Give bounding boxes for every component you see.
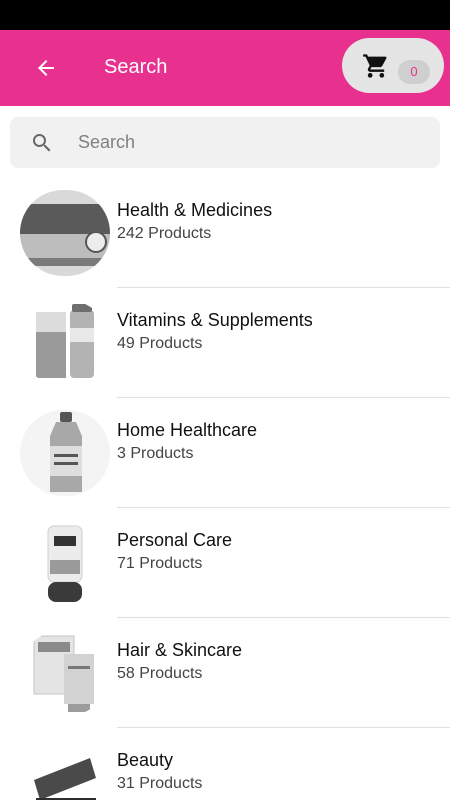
category-image [20, 410, 110, 496]
category-item-vitamins-supplements[interactable]: Vitamins & Supplements 49 Products [0, 288, 450, 398]
category-count: 3 Products [117, 445, 194, 462]
category-image [20, 300, 110, 386]
category-image [20, 190, 110, 276]
category-count: 242 Products [117, 225, 212, 242]
search-bar[interactable] [10, 117, 440, 168]
status-bar [0, 0, 450, 30]
search-input[interactable] [78, 117, 428, 168]
category-item-health-medicines[interactable]: Health & Medicines 242 Products [0, 178, 450, 288]
pill-bottle-thumbnail [20, 190, 110, 276]
liquid-bottle-thumbnail [20, 410, 110, 496]
category-list: Health & Medicines 242 Products Vitamins… [0, 178, 450, 800]
category-name: Vitamins & Supplements [117, 310, 313, 330]
search-icon [33, 134, 51, 152]
category-name: Beauty [117, 750, 174, 770]
cart-count-badge: 0 [398, 60, 430, 84]
category-count: 58 Products [117, 665, 203, 682]
page-title: Search [104, 56, 168, 78]
category-item-hair-skincare[interactable]: Hair & Skincare 58 Products [0, 618, 450, 728]
deodorant-thumbnail [20, 520, 110, 606]
category-image [20, 740, 110, 800]
vitamin-box-thumbnail [20, 300, 110, 386]
app-bar: Search 0 [0, 30, 450, 106]
arrow-left-icon [38, 60, 54, 76]
ampoule-box-thumbnail [20, 740, 110, 800]
category-count: 31 Products [117, 775, 203, 792]
category-name: Home Healthcare [117, 420, 258, 440]
category-item-personal-care[interactable]: Personal Care 71 Products [0, 508, 450, 618]
back-button[interactable] [22, 44, 70, 92]
cart-button[interactable]: 0 [342, 38, 444, 93]
category-count: 49 Products [117, 335, 203, 352]
category-image [20, 630, 110, 716]
category-count: 71 Products [117, 555, 203, 572]
category-name: Personal Care [117, 530, 233, 550]
category-image [20, 520, 110, 606]
category-name: Health & Medicines [117, 200, 273, 220]
category-item-beauty[interactable]: Beauty 31 Products [0, 728, 450, 800]
shopping-cart-icon [363, 54, 387, 78]
category-name: Hair & Skincare [117, 640, 243, 660]
cream-tube-thumbnail [20, 630, 110, 716]
category-item-home-healthcare[interactable]: Home Healthcare 3 Products [0, 398, 450, 508]
